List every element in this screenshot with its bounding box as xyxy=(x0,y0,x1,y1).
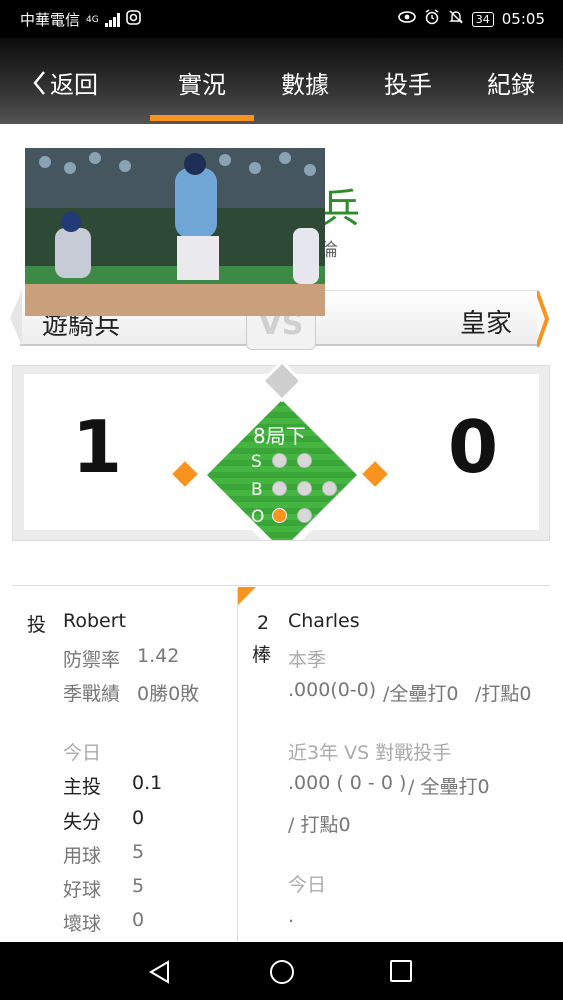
pitcher-panel xyxy=(12,588,238,942)
tab-pitchers[interactable]: 投手 xyxy=(384,65,432,100)
status-bar: 中華電信 4G 34 05:05 xyxy=(0,0,563,38)
instagram-icon xyxy=(125,10,141,29)
out-label: O xyxy=(251,507,265,527)
eye-icon xyxy=(397,10,416,28)
batter-today-label: 今日 xyxy=(288,874,327,896)
batter-season-rbi: /打點0 xyxy=(475,683,532,705)
network-label: 4G xyxy=(86,14,99,25)
system-nav-bar xyxy=(0,942,563,1000)
inning-label: 8局下 xyxy=(253,424,306,448)
out-dot-1 xyxy=(272,508,287,523)
batter-panel xyxy=(239,588,550,942)
batter-order-label: 棒 xyxy=(252,644,272,666)
video-frame-image xyxy=(25,148,325,316)
ball-label: B xyxy=(251,480,263,500)
pitcher-today-label: 今日 xyxy=(63,742,102,764)
batter-vs-rbi: / 打點0 xyxy=(288,814,351,836)
chevron-left-icon xyxy=(33,70,45,95)
pitcher-stat-value: 5 xyxy=(132,841,145,863)
baseball-diamond xyxy=(187,388,377,560)
play-by-play-strip xyxy=(12,540,550,586)
ball-dot-1 xyxy=(272,481,287,496)
pitcher-stat-value: 0 xyxy=(132,909,145,931)
pitcher-stat-value: 5 xyxy=(132,875,145,897)
pitcher-record-label: 季戰績 xyxy=(63,683,121,705)
strike-label: S xyxy=(251,452,262,472)
back-button[interactable]: 返回 xyxy=(32,65,98,100)
tab-live[interactable]: 實況 xyxy=(150,65,254,121)
pitcher-role: 投 xyxy=(27,614,47,636)
strike-dot-1 xyxy=(272,453,287,468)
ball-dot-2 xyxy=(297,481,312,496)
current-batter-corner-marker xyxy=(238,587,256,605)
away-team-name-large: 兵 xyxy=(320,186,360,232)
home-circle-icon[interactable] xyxy=(268,958,296,986)
pitcher-era-label: 防禦率 xyxy=(63,649,121,671)
tab-records[interactable]: 紀錄 xyxy=(487,65,535,100)
away-score: 1 xyxy=(72,405,123,489)
pitcher-name[interactable]: Robert xyxy=(63,610,126,632)
clock-time: 05:05 xyxy=(501,10,545,28)
carrier-label: 中華電信 xyxy=(20,11,81,29)
top-nav-bar: 返回 實況 數據 投手 紀錄 xyxy=(0,38,563,124)
mute-bell-icon xyxy=(448,9,464,29)
tab-stats[interactable]: 數據 xyxy=(281,65,329,100)
pitcher-stat-label: 主投 xyxy=(63,776,102,798)
strike-dot-2 xyxy=(297,453,312,468)
recent-apps-icon[interactable] xyxy=(389,959,413,983)
batter-vs-avg: .000 ( 0 - 0 ) xyxy=(288,772,407,794)
pitcher-stat-label: 用球 xyxy=(63,845,102,867)
pitcher-record: 0勝0敗 xyxy=(137,683,200,705)
batter-name[interactable]: Charles xyxy=(288,610,360,632)
ball-dot-3 xyxy=(322,481,337,496)
pitcher-stat-label: 好球 xyxy=(63,879,102,901)
home-score: 0 xyxy=(448,405,499,489)
pitcher-stat-value: 0.1 xyxy=(132,772,163,794)
alarm-icon xyxy=(424,9,440,29)
batter-season-hr: /全壘打0 xyxy=(383,683,459,705)
batter-vs-hr: / 全壘打0 xyxy=(408,776,490,798)
pitcher-stat-label: 壞球 xyxy=(63,913,102,935)
battery-icon: 34 xyxy=(471,11,494,27)
video-player[interactable] xyxy=(25,148,325,316)
batter-today-value: . xyxy=(288,905,295,927)
pitcher-era: 1.42 xyxy=(137,645,180,667)
batter-season-label: 本季 xyxy=(288,649,327,671)
back-triangle-icon[interactable] xyxy=(147,959,173,985)
batter-vs-label: 近3年 VS 對戰投手 xyxy=(288,742,452,764)
pitcher-stat-value: 0 xyxy=(132,807,145,829)
batter-season-avg: .000(0-0) xyxy=(288,679,377,701)
batter-order-number: 2 xyxy=(257,612,270,634)
back-label: 返回 xyxy=(50,71,98,99)
signal-icon xyxy=(104,12,120,27)
home-team-name: 皇家 xyxy=(460,309,513,339)
pitcher-stat-label: 失分 xyxy=(63,811,102,833)
out-dot-2 xyxy=(297,508,312,523)
